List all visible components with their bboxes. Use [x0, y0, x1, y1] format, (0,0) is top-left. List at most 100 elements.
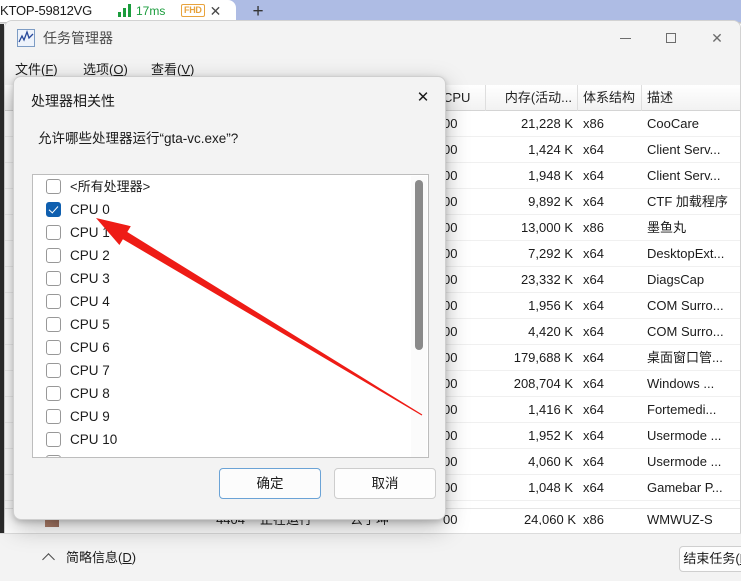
cell-architecture: x64 — [583, 428, 604, 443]
checkbox-cpu-1[interactable] — [46, 225, 61, 240]
maximize-icon — [666, 33, 676, 43]
checkbox-cpu-0[interactable] — [46, 202, 61, 217]
remote-tab-strip: KTOP-59812VG 17ms FHD ✕ + — [0, 0, 741, 22]
cell-architecture: x64 — [583, 168, 604, 183]
window-titlebar: 任务管理器 ✕ — [5, 21, 740, 55]
checkbox-cpu-2[interactable] — [46, 248, 61, 263]
cpu-list-item[interactable]: CPU 4 — [33, 290, 428, 313]
new-tab-button[interactable]: + — [248, 2, 268, 21]
cell-architecture: x64 — [583, 350, 604, 365]
cpu-list-item-label: CPU 9 — [70, 409, 110, 424]
quality-badge[interactable]: FHD — [181, 4, 205, 17]
cell-memory: 7,292 K — [528, 246, 573, 261]
cell-description: Fortemedi... — [647, 402, 717, 417]
window-title: 任务管理器 — [43, 30, 113, 46]
cpu-list-scrollbar[interactable] — [411, 176, 427, 457]
cpu-list-item[interactable]: CPU 2 — [33, 244, 428, 267]
cell-memory: 208,704 K — [513, 376, 573, 391]
cell-architecture: x64 — [583, 480, 604, 495]
checkbox-cpu-7[interactable] — [46, 363, 61, 378]
checkbox-cpu-9[interactable] — [46, 409, 61, 424]
cell-memory: 1,416 K — [528, 402, 573, 417]
ok-button[interactable]: 确定 — [219, 468, 321, 499]
signal-strength-icon — [118, 4, 132, 17]
cell-description: 墨鱼丸 — [647, 220, 687, 235]
cpu-list-item[interactable]: CPU 0 — [33, 198, 428, 221]
cpu-list-item-label: CPU 6 — [70, 340, 110, 355]
checkbox-cpu-10[interactable] — [46, 432, 61, 447]
cpu-list-item[interactable]: CPU 7 — [33, 359, 428, 382]
cell-architecture: x86 — [583, 220, 604, 235]
cpu-list-item-label: CPU 11 — [70, 451, 116, 457]
window-close-button[interactable]: ✕ — [694, 21, 740, 55]
close-icon: ✕ — [711, 30, 723, 46]
cpu-list-item[interactable]: CPU 9 — [33, 405, 428, 428]
cpu-list-item[interactable]: CPU 8 — [33, 382, 428, 405]
cpu-list-item[interactable]: CPU 10 — [33, 428, 428, 451]
cpu-list-item[interactable]: CPU 3 — [33, 267, 428, 290]
cell-description: Windows ... — [647, 376, 715, 391]
column-header-memory[interactable]: 内存(活动... — [486, 85, 578, 111]
dialog-close-button[interactable]: ✕ — [401, 77, 445, 117]
cell-description: 桌面窗口管... — [647, 350, 723, 365]
minimize-button[interactable] — [602, 21, 648, 55]
cell-architecture: x64 — [583, 376, 604, 391]
cpu-list-item-label: CPU 5 — [70, 317, 110, 332]
cell-memory: 179,688 K — [513, 350, 573, 365]
dialog-question: 允许哪些处理器运行“gta-vc.exe”? — [38, 131, 239, 146]
checkbox-cpu-8[interactable] — [46, 386, 61, 401]
column-header-architecture[interactable]: 体系结构 — [578, 85, 642, 111]
cell-architecture: x64 — [583, 246, 604, 261]
cpu-list-item[interactable]: CPU 6 — [33, 336, 428, 359]
clipped-desc: WMWUZ-S — [647, 512, 713, 525]
cell-memory: 23,332 K — [520, 272, 573, 287]
minimize-icon — [619, 37, 631, 39]
cpu-list-item[interactable]: CPU 1 — [33, 221, 428, 244]
cell-description: DesktopExt... — [647, 246, 725, 261]
dialog-title: 处理器相关性 — [31, 93, 115, 109]
cpu-checkbox-list[interactable]: <所有处理器> CPU 0 CPU 1 CPU 2 CPU 3 CPU 4 CPU 5 CPU… — [32, 174, 429, 458]
maximize-button[interactable] — [648, 21, 694, 55]
screen-root: KTOP-59812VG 17ms FHD ✕ + 任务管理器 ✕ 文件(F) … — [0, 0, 741, 581]
checkbox-cpu-11[interactable] — [46, 455, 61, 457]
column-header-description[interactable]: 描述 — [642, 85, 740, 111]
checkbox-cpu-4[interactable] — [46, 294, 61, 309]
cell-architecture: x86 — [583, 116, 604, 131]
cpu-list-item[interactable]: CPU 11 — [33, 451, 428, 457]
end-task-button[interactable]: 结束任务(E) — [679, 546, 741, 572]
cell-memory: 1,952 K — [528, 428, 573, 443]
task-manager-icon — [17, 29, 35, 47]
cell-memory: 4,060 K — [528, 454, 573, 469]
cell-architecture: x64 — [583, 454, 604, 469]
cpu-list-item-label: CPU 0 — [70, 202, 110, 217]
chevron-up-icon[interactable] — [42, 553, 55, 566]
clipped-cpu: 00 — [443, 512, 458, 525]
checkbox-cpu-5[interactable] — [46, 317, 61, 332]
cell-description: Client Serv... — [647, 142, 721, 157]
cell-memory: 9,892 K — [528, 194, 573, 209]
checkbox-all-processors[interactable] — [46, 179, 61, 194]
tab-close-icon[interactable]: ✕ — [207, 3, 224, 20]
cell-memory: 1,424 K — [528, 142, 573, 157]
cell-memory: 1,048 K — [528, 480, 573, 495]
fewer-details-button[interactable]: 简略信息(D) — [66, 548, 136, 568]
tab-active[interactable]: KTOP-59812VG 17ms FHD ✕ — [0, 0, 236, 22]
checkbox-cpu-3[interactable] — [46, 271, 61, 286]
cancel-button[interactable]: 取消 — [334, 468, 436, 499]
cell-description: COM Surro... — [647, 324, 724, 339]
clipped-arch: x86 — [583, 512, 604, 525]
cpu-list-item-label: CPU 4 — [70, 294, 110, 309]
cell-architecture: x64 — [583, 272, 604, 287]
cell-description: CooCare — [647, 116, 700, 131]
cell-architecture: x64 — [583, 324, 604, 339]
cell-description: COM Surro... — [647, 298, 724, 313]
tab-title: KTOP-59812VG — [0, 3, 93, 18]
cpu-list-item-label: CPU 10 — [70, 432, 118, 447]
cell-description: DiagsCap — [647, 272, 705, 287]
checkbox-cpu-6[interactable] — [46, 340, 61, 355]
scrollbar-thumb[interactable] — [415, 180, 423, 350]
cpu-list-item[interactable]: CPU 5 — [33, 313, 428, 336]
cpu-list-item[interactable]: <所有处理器> — [33, 175, 428, 198]
cell-architecture: x64 — [583, 298, 604, 313]
cell-memory: 1,956 K — [528, 298, 573, 313]
